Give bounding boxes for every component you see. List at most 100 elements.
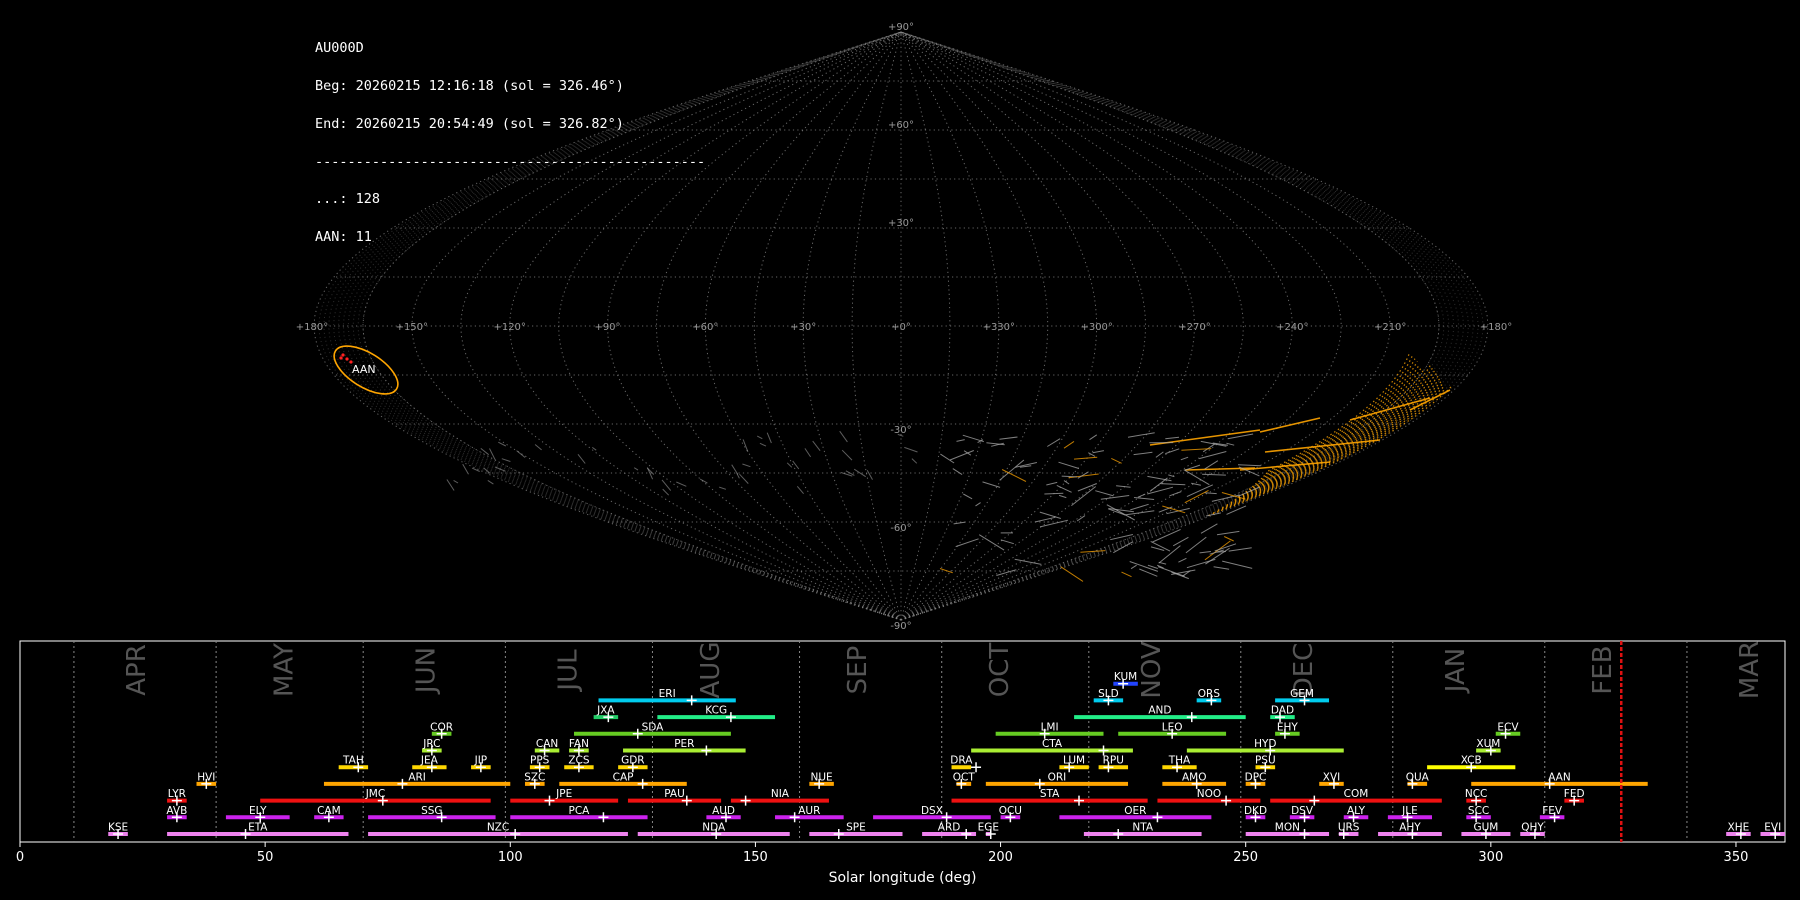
x-tick-label: 100	[498, 850, 523, 865]
shower-peak-marker	[510, 829, 521, 839]
shower-label: MON	[1275, 822, 1300, 834]
shower-peak-marker	[544, 795, 555, 806]
shower-label: QHY	[1521, 822, 1544, 834]
shower-label: JEA	[420, 755, 439, 767]
shower-label: SCC	[1468, 805, 1489, 817]
month-label: JUL	[554, 649, 584, 693]
shower-label: OER	[1124, 805, 1146, 817]
shower-label: LUM	[1063, 755, 1085, 767]
shower-label: NIA	[771, 788, 790, 800]
shower-label: AUD	[712, 805, 735, 817]
shower-label: THA	[1168, 755, 1191, 767]
shower-peak-marker	[1113, 829, 1124, 839]
shower-label: DPC	[1245, 771, 1267, 783]
shower-peak-marker	[1299, 829, 1310, 839]
x-tick-label: 0	[16, 850, 24, 865]
shower-label: ORI	[1048, 771, 1067, 783]
shower-label: FED	[1564, 788, 1585, 800]
shower-label: NUE	[811, 771, 833, 783]
shower-label: JXA	[596, 705, 615, 717]
x-tick-label: 50	[257, 850, 274, 865]
shower-label: RPU	[1103, 755, 1124, 767]
shower-label: KCG	[705, 705, 727, 717]
shower-label: CTA	[1042, 738, 1063, 750]
shower-label: JMC	[365, 788, 386, 800]
shower-label: URS	[1338, 822, 1360, 834]
shower-peak-marker	[1152, 812, 1163, 823]
shower-label: STA	[1040, 788, 1060, 800]
shower-peak-marker	[961, 829, 972, 839]
shower-label: ETA	[248, 822, 268, 834]
shower-label: EVI	[1764, 822, 1781, 834]
x-tick-label: 300	[1478, 850, 1503, 865]
shower-label: JPE	[555, 788, 572, 800]
shower-label: HYD	[1254, 738, 1276, 750]
x-tick-label: 350	[1724, 850, 1749, 865]
shower-label: COR	[430, 721, 453, 733]
shower-peak-marker	[1221, 795, 1232, 806]
month-label: AUG	[696, 642, 726, 699]
shower-label: ARD	[938, 822, 961, 834]
shower-peak-marker	[637, 778, 648, 789]
shower-label: XUM	[1476, 738, 1500, 750]
shower-peak-marker	[598, 812, 609, 823]
shower-label: GUM	[1473, 822, 1498, 834]
x-tick-label: 200	[988, 850, 1013, 865]
shower-label: SDA	[642, 721, 665, 733]
shower-label: PSU	[1255, 755, 1276, 767]
shower-label: OCU	[999, 805, 1022, 817]
shower-label: DSX	[921, 805, 943, 817]
shower-label: GDR	[621, 755, 645, 767]
shower-label: PCA	[568, 805, 590, 817]
shower-label: GEM	[1290, 688, 1314, 700]
shower-label: SLD	[1098, 688, 1119, 700]
shower-label: JLE	[1401, 805, 1418, 817]
shower-label: DKD	[1244, 805, 1267, 817]
shower-label: AUR	[798, 805, 820, 817]
shower-label: NTA	[1132, 822, 1153, 834]
shower-peak-marker	[740, 795, 751, 806]
shower-label: ORS	[1198, 688, 1221, 700]
x-tick-label: 250	[1233, 850, 1258, 865]
month-label: MAR	[1735, 641, 1765, 699]
shower-label: SPE	[846, 822, 866, 834]
shower-peak-marker	[397, 778, 408, 789]
month-label: JUN	[411, 647, 441, 695]
shower-label: NCC	[1465, 788, 1488, 800]
shower-label: DAD	[1271, 705, 1294, 717]
shower-label: EHY	[1277, 721, 1299, 733]
month-label: OCT	[985, 643, 1015, 698]
shower-label: QUA	[1406, 771, 1430, 783]
shower-label: HVI	[197, 771, 215, 783]
shower-label: FEV	[1542, 805, 1563, 817]
shower-label: SZC	[524, 771, 545, 783]
shower-label: COM	[1344, 788, 1369, 800]
shower-label: OCT	[953, 771, 976, 783]
shower-label: NZC	[487, 822, 509, 834]
shower-label: DSV	[1291, 805, 1314, 817]
month-label: NOV	[1137, 641, 1167, 698]
shower-label: NOO	[1197, 788, 1221, 800]
shower-label: LMI	[1041, 721, 1059, 733]
shower-label: AHY	[1399, 822, 1421, 834]
shower-label: ERI	[659, 688, 676, 700]
shower-label: XVI	[1323, 771, 1340, 783]
month-label: APR	[122, 644, 152, 696]
shower-label: KUM	[1114, 671, 1137, 683]
shower-peak-marker	[1186, 712, 1197, 723]
shower-label: LYR	[168, 788, 186, 800]
shower-peak-marker	[701, 745, 712, 756]
shower-label: AAN	[1548, 771, 1571, 783]
shower-label: SSG	[421, 805, 442, 817]
shower-label: CAP	[613, 771, 634, 783]
shower-label: ZCS	[568, 755, 590, 767]
shower-label: KSE	[108, 822, 128, 834]
shower-label: PPS	[530, 755, 550, 767]
shower-label: DRA	[950, 755, 973, 767]
shower-label: ELY	[249, 805, 267, 817]
shower-label: EGE	[978, 822, 999, 834]
shower-label: ARI	[408, 771, 426, 783]
shower-label: LEO	[1162, 721, 1183, 733]
shower-label: ALY	[1347, 805, 1366, 817]
month-label: JAN	[1441, 648, 1471, 694]
